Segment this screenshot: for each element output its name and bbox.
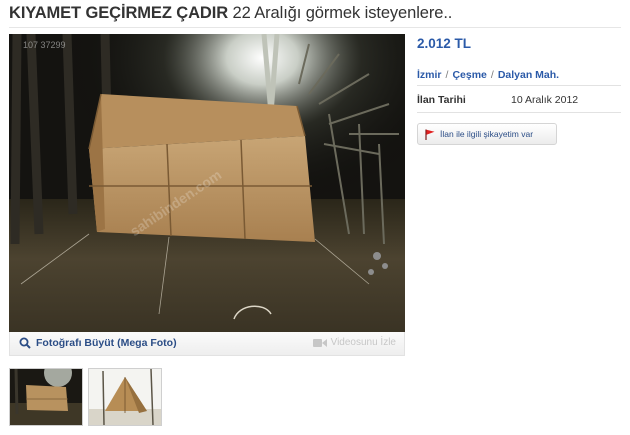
listing-date-value: 10 Aralık 2012	[511, 94, 579, 106]
location-separator: /	[490, 69, 494, 81]
red-flag-icon	[425, 129, 435, 140]
location-separator: /	[445, 69, 449, 81]
enlarge-photo-label: Fotoğrafı Büyüt (Mega Foto)	[36, 337, 177, 349]
magnifier-icon	[19, 337, 31, 349]
title-divider	[9, 27, 621, 28]
photo-toolbar: Fotoğrafı Büyüt (Mega Foto) Videosunu İz…	[9, 332, 405, 356]
tent-thumbnail-image	[10, 369, 82, 425]
listing-price: 2.012 TL	[417, 36, 472, 51]
location-district-link[interactable]: Çeşme	[452, 69, 486, 81]
listing-title-rest: 22 Aralığı görmek isteyenlere..	[228, 4, 453, 22]
watch-video-label: Videosunu İzle	[330, 337, 396, 348]
watch-video-link[interactable]: Videosunu İzle	[312, 337, 396, 348]
info-divider	[417, 85, 621, 86]
listing-date-label: İlan Tarihi	[417, 94, 466, 106]
report-listing-button[interactable]: İlan ile ilgili şikayetim var	[417, 123, 557, 145]
enlarge-photo-link[interactable]: Fotoğrafı Büyüt (Mega Foto)	[19, 337, 177, 349]
info-divider	[417, 112, 621, 113]
photo-thumbnail[interactable]	[88, 368, 162, 426]
location-city-link[interactable]: İzmir	[417, 69, 442, 81]
photo-id-overlay: 107 37299	[23, 40, 66, 50]
location-neighborhood-link[interactable]: Dalyan Mah.	[498, 69, 559, 81]
listing-title: KIYAMET GEÇİRMEZ ÇADIR 22 Aralığı görmek…	[9, 4, 621, 23]
main-photo[interactable]: 107 37299 sahibinden.com	[9, 34, 405, 332]
location-breadcrumb: İzmir / Çeşme / Dalyan Mah.	[417, 69, 559, 81]
video-camera-icon	[312, 338, 327, 347]
tent-thumbnail-image	[89, 369, 161, 425]
report-listing-label: İlan ile ilgili şikayetim var	[440, 129, 534, 139]
listing-title-bold: KIYAMET GEÇİRMEZ ÇADIR	[9, 4, 229, 22]
photo-thumbnail[interactable]	[9, 368, 83, 426]
